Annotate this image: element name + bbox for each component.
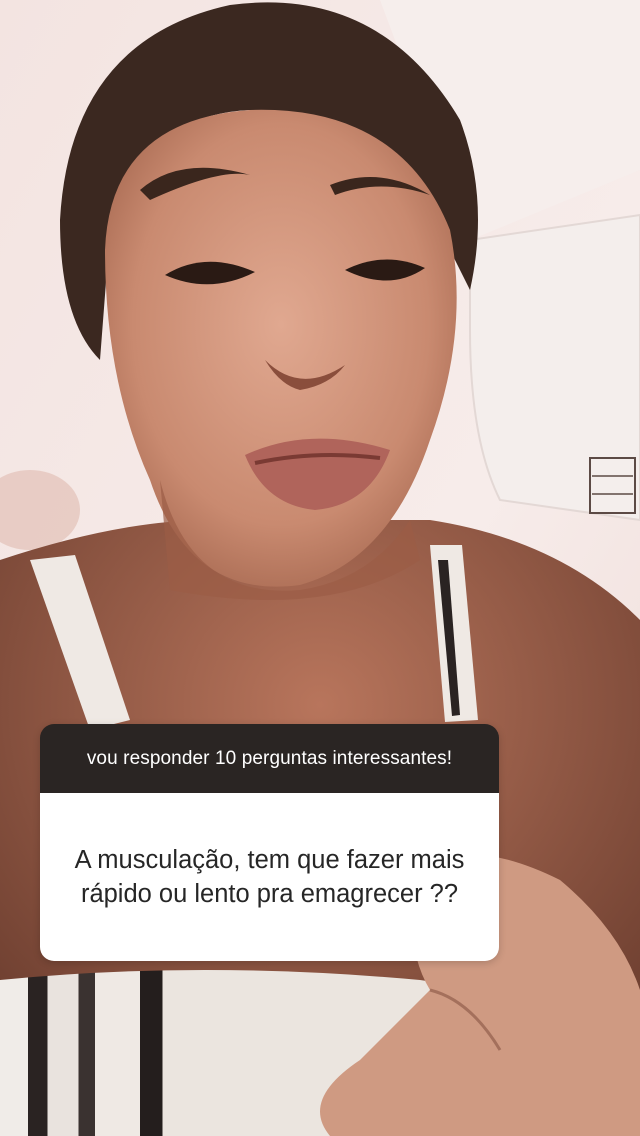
question-sticker[interactable]: vou responder 10 perguntas interessantes… [40,724,499,961]
story-photo [0,0,640,1136]
question-sticker-prompt: vou responder 10 perguntas interessantes… [86,747,453,769]
question-sticker-header: vou responder 10 perguntas interessantes… [40,724,499,793]
story-viewer[interactable]: vou responder 10 perguntas interessantes… [0,0,640,1136]
question-sticker-question: A musculação, tem que fazer mais rápido … [74,846,465,908]
question-sticker-body: A musculação, tem que fazer mais rápido … [40,793,499,961]
